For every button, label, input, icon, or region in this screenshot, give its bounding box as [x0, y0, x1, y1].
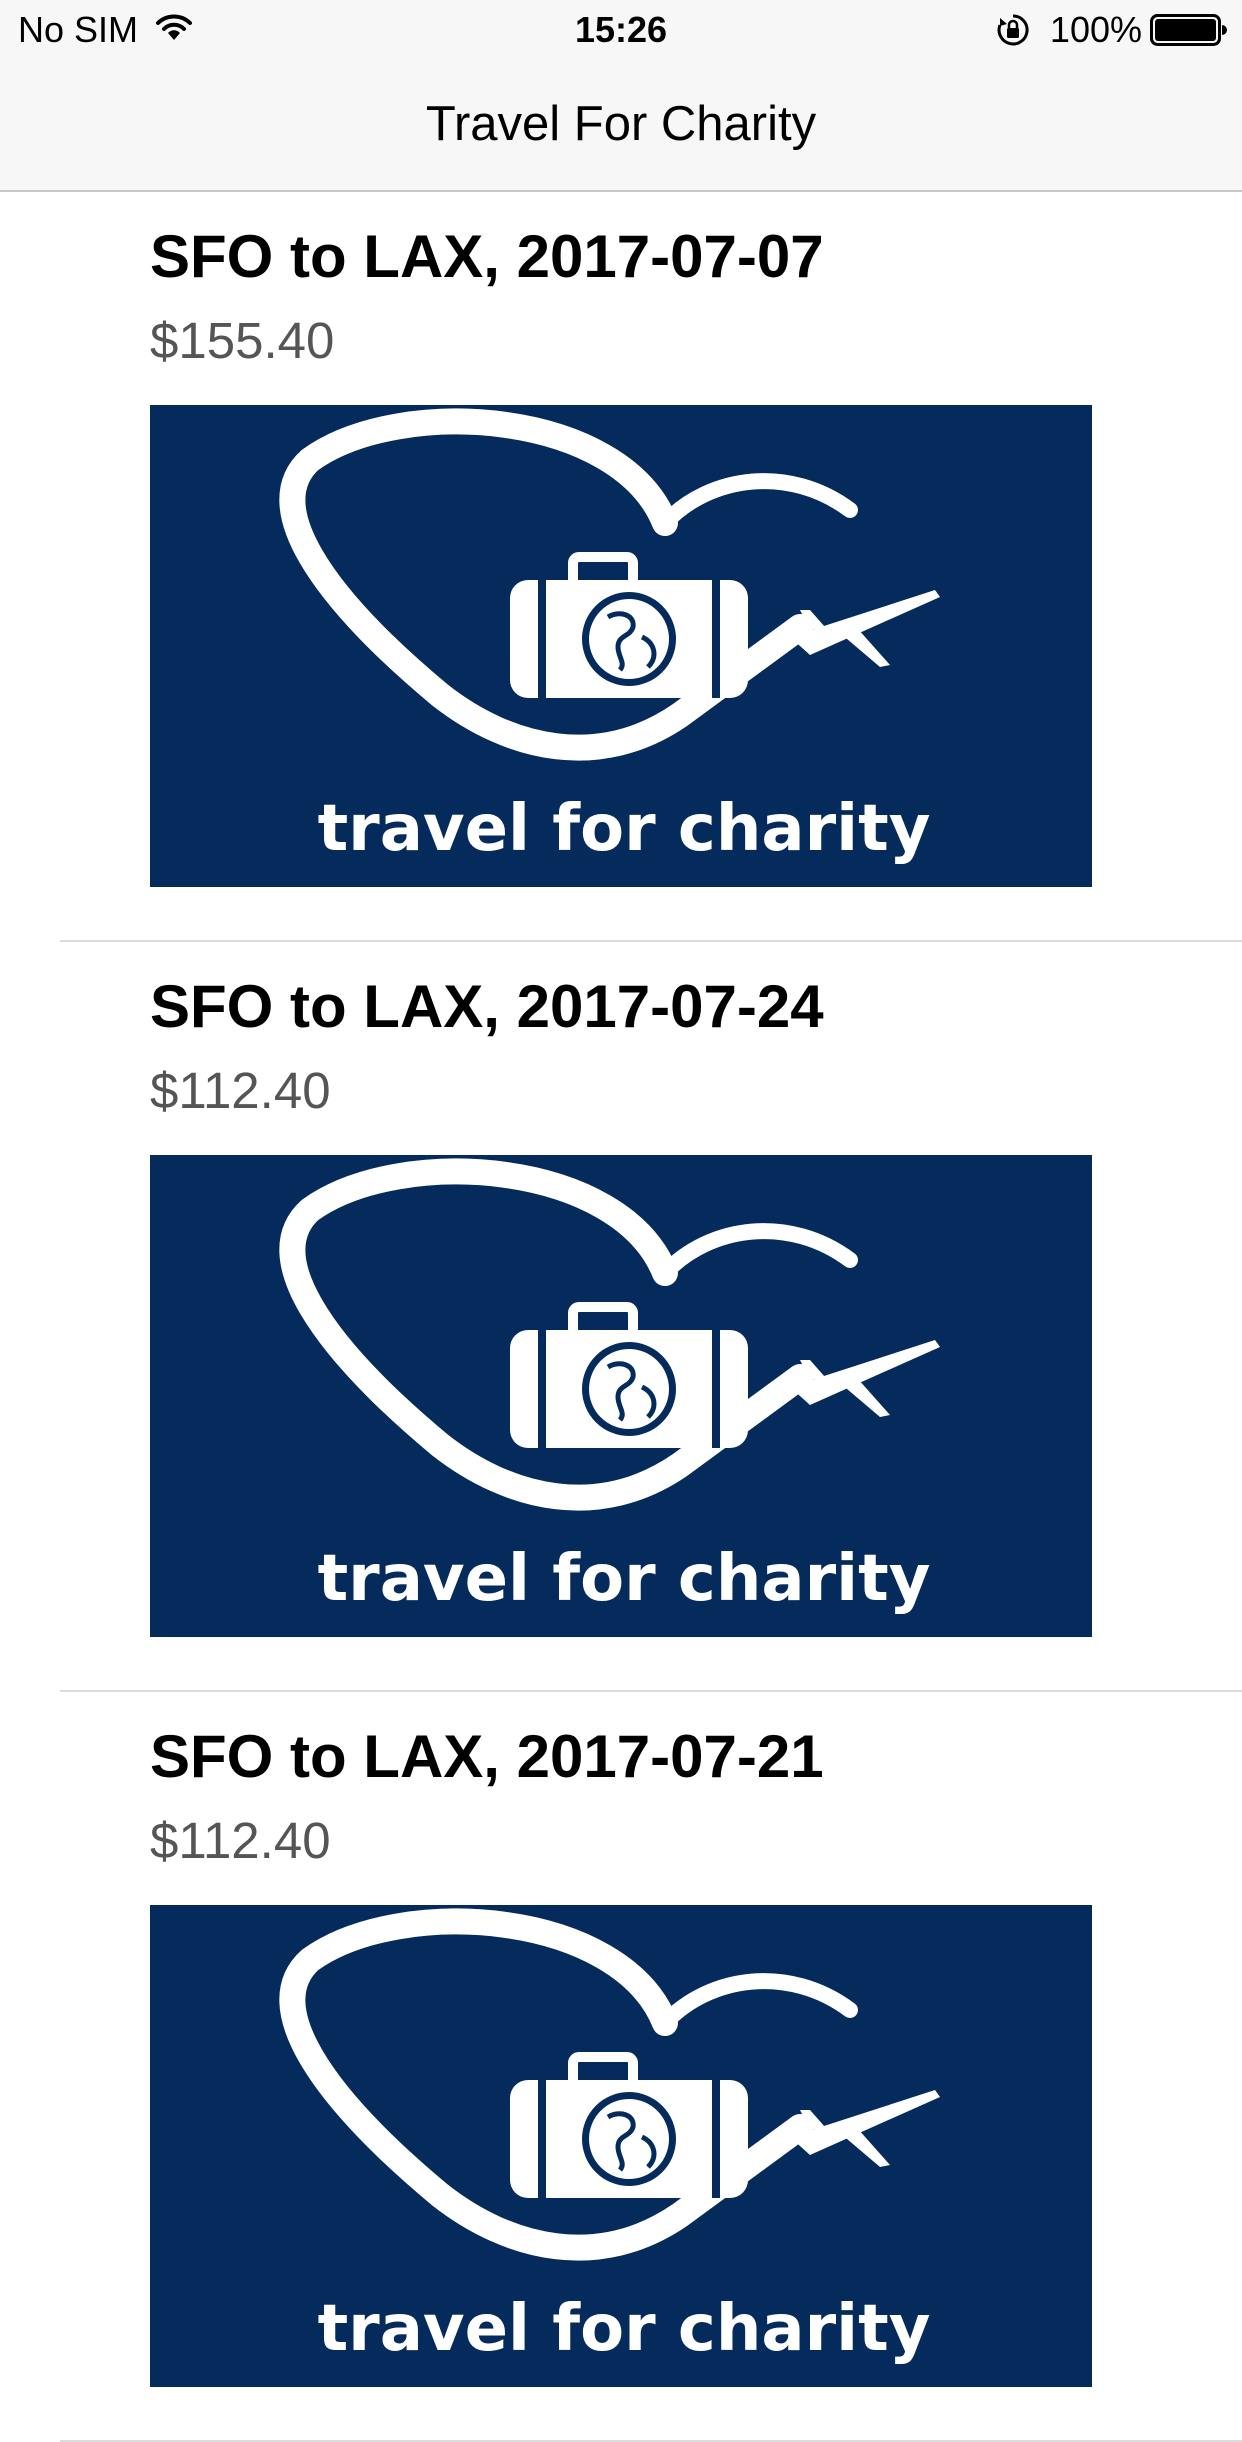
banner-text: travel for charity — [318, 792, 931, 866]
battery-icon — [1150, 14, 1228, 51]
suitcase-globe-icon — [510, 552, 748, 698]
trip-title: SFO to LAX, 2017-07-21 — [150, 1723, 824, 1790]
airplane-icon — [790, 1340, 940, 1417]
banner-text: travel for charity — [318, 1542, 931, 1616]
trip-cell[interactable]: SFO to LAX, 2017-07-07 $155.40 travel fo… — [0, 192, 1242, 942]
airplane-icon — [790, 2090, 940, 2167]
suitcase-globe-icon — [510, 1302, 748, 1448]
trip-cell[interactable]: SFO to LAX, 2017-07-24 $112.40 travel fo… — [0, 942, 1242, 1692]
page-title: Travel For Charity — [425, 97, 817, 151]
navigation-bar: Travel For Charity — [0, 60, 1242, 192]
orientation-lock-icon — [996, 13, 1030, 52]
charity-banner-image: travel for charity — [150, 1905, 1092, 2387]
trip-cell[interactable]: SFO to LAX, 2017-07-21 $112.40 travel fo… — [0, 1692, 1242, 2442]
suitcase-globe-icon — [510, 2052, 748, 2198]
battery-percent: 100% — [1049, 9, 1142, 50]
trip-title: SFO to LAX, 2017-07-24 — [150, 973, 824, 1040]
charity-banner-image: travel for charity — [150, 405, 1092, 887]
banner-text: travel for charity — [318, 2292, 931, 2366]
airplane-icon — [790, 590, 940, 667]
charity-banner-image: travel for charity — [150, 1155, 1092, 1637]
trip-title: SFO to LAX, 2017-07-07 — [150, 223, 824, 290]
trip-list[interactable]: SFO to LAX, 2017-07-07 $155.40 travel fo… — [0, 192, 1242, 2442]
status-bar: No SIM 15:26 100% — [0, 0, 1242, 60]
trip-price: $112.40 — [150, 1812, 331, 1869]
trip-price: $112.40 — [150, 1062, 331, 1119]
trip-price: $155.40 — [150, 312, 335, 369]
